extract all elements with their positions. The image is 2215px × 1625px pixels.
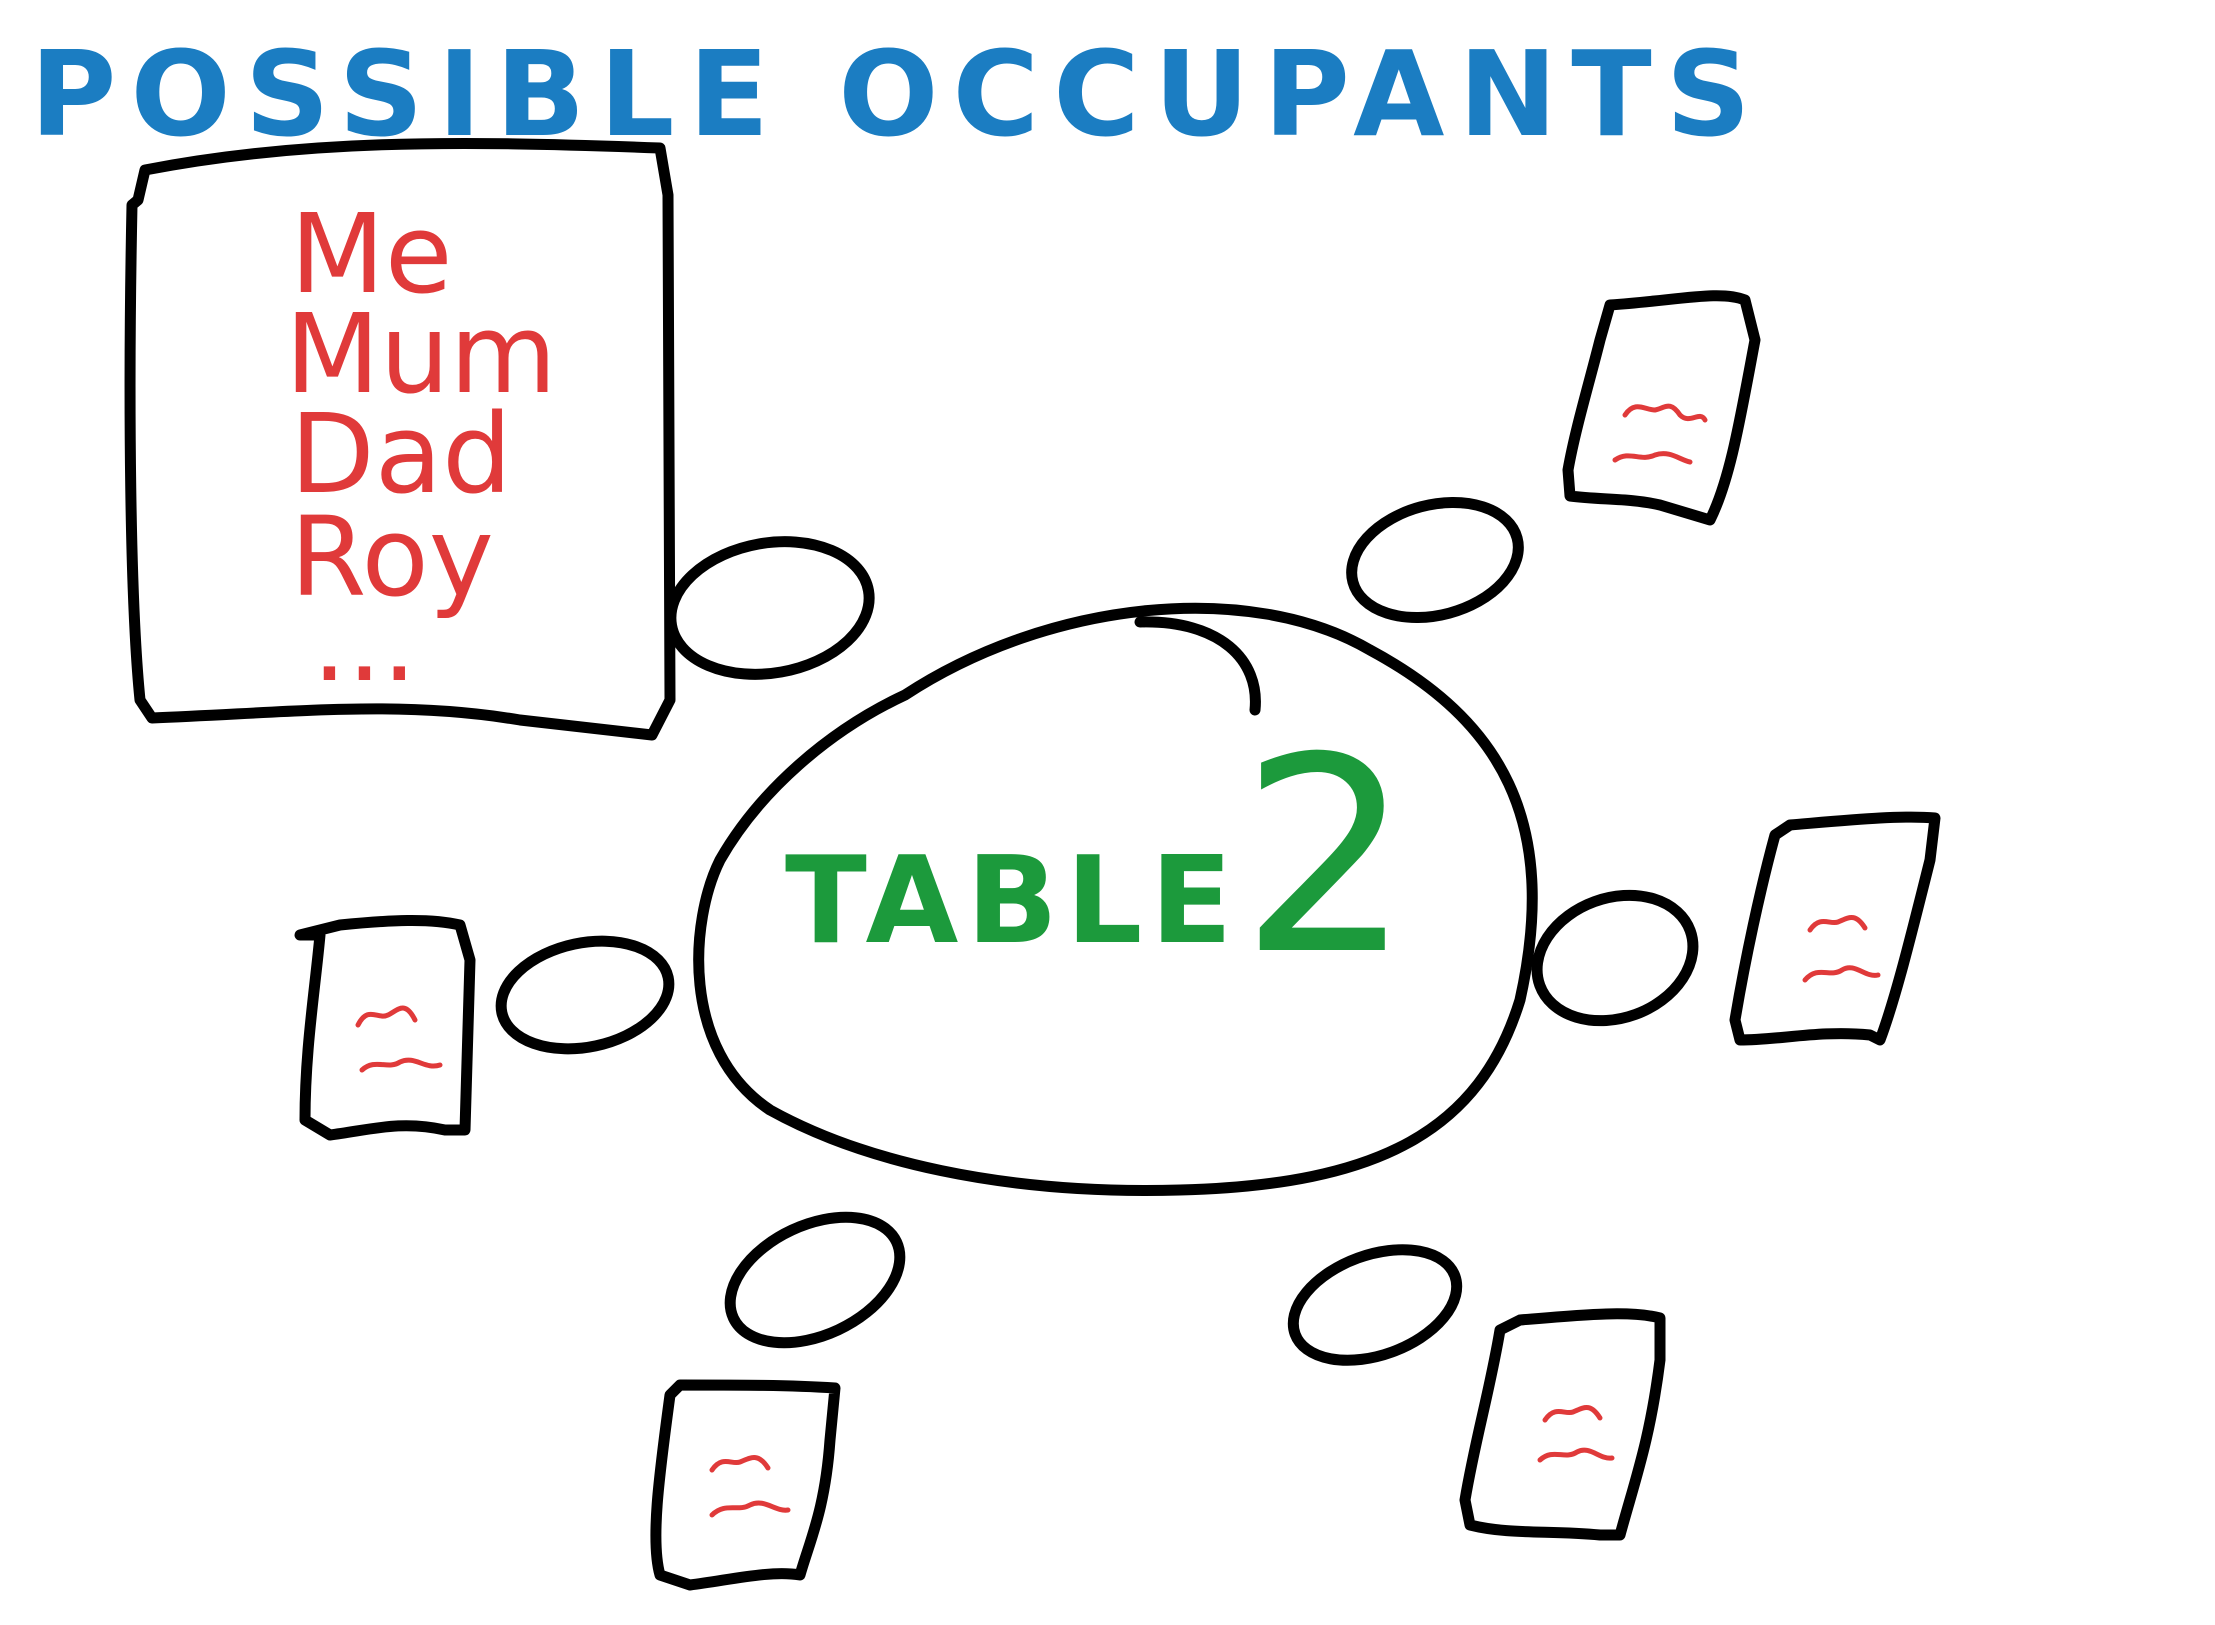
seating-diagram: POSSIBLE OCCUPANTS Me Mum Dad Roy ... TA… [30,25,1941,1591]
page-title: POSSIBLE OCCUPANTS [30,25,1765,163]
place-card-left [294,915,476,1141]
occupants-list: Me Mum Dad Roy ... [285,190,557,706]
place-card-bottom-left [650,1379,841,1591]
table-number: 2 [1240,699,1412,1014]
occupants-box: Me Mum Dad Roy ... [124,137,676,741]
seat-bottom-right [1287,1244,1463,1366]
occupant-item: ... [312,578,417,706]
table-label: TABLE [785,832,1240,971]
seat-bottom-left [724,1211,906,1349]
place-card-right [1729,811,1941,1046]
seat-left [495,935,675,1055]
place-card-bottom-right [1459,1308,1666,1541]
seat-top-left [665,536,875,680]
place-card-top-right [1562,290,1761,526]
round-table: TABLE 2 [693,602,1538,1196]
seat-top-right [1346,496,1524,624]
seat-right [1531,889,1699,1027]
